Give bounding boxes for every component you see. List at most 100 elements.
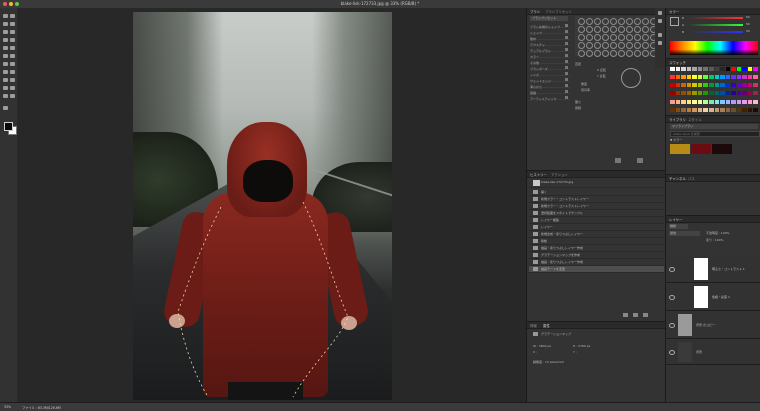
color-swatch[interactable] (731, 67, 736, 71)
color-swatch[interactable] (725, 75, 731, 80)
brush-tip[interactable] (618, 18, 625, 25)
blue-slider[interactable] (688, 31, 743, 33)
dodge-tool-icon[interactable] (3, 70, 8, 74)
color-swatch[interactable] (725, 67, 731, 71)
new-snapshot-icon[interactable] (623, 313, 628, 317)
color-swatch[interactable] (736, 107, 742, 112)
brush-tip[interactable] (618, 50, 625, 57)
tab-color[interactable]: カラー (669, 9, 679, 14)
lock-icon[interactable] (565, 60, 568, 63)
brush-panel-icon[interactable] (658, 11, 662, 15)
color-swatch[interactable] (670, 91, 675, 96)
brush-tip[interactable] (618, 42, 625, 49)
lock-icon[interactable] (565, 42, 568, 45)
blue-value[interactable]: 50 (746, 29, 750, 33)
library-color-gold[interactable] (670, 144, 690, 154)
color-swatch[interactable] (742, 107, 747, 112)
brush-tip[interactable] (626, 50, 633, 57)
brush-tip[interactable] (578, 50, 585, 57)
color-swatch[interactable] (692, 83, 697, 88)
swatch-grid[interactable] (670, 67, 758, 115)
tab-styles[interactable]: スタイル (688, 117, 702, 122)
blur-tool-icon[interactable] (10, 62, 15, 66)
color-swatch[interactable] (720, 99, 725, 104)
color-swatch[interactable] (697, 107, 703, 112)
crop-tool-icon[interactable] (10, 30, 15, 34)
color-swatch[interactable] (703, 99, 708, 104)
lock-icon[interactable] (565, 84, 568, 87)
layer-row[interactable]: 明るさ・コントラスト 1 (666, 256, 760, 283)
brush-setting-item[interactable]: その他 (530, 60, 570, 65)
tab-channels[interactable]: チャンネル (669, 176, 686, 181)
color-swatch[interactable] (697, 83, 703, 88)
tab-history[interactable]: ヒストリー (530, 172, 547, 177)
color-swatch[interactable] (747, 91, 753, 96)
color-swatch[interactable] (686, 91, 692, 96)
color-swatch[interactable] (708, 67, 714, 71)
color-swatch[interactable] (681, 75, 686, 80)
color-swatch[interactable] (753, 91, 758, 96)
lock-icon[interactable] (565, 78, 568, 81)
brush-setting-item[interactable]: デュアルブラシ (530, 48, 570, 53)
color-swatch[interactable] (681, 67, 686, 71)
trash-icon[interactable] (643, 313, 648, 317)
color-swatch[interactable] (675, 67, 681, 71)
brush-tip[interactable] (594, 26, 601, 33)
brush-tip[interactable] (642, 18, 649, 25)
color-swatch[interactable] (681, 83, 686, 88)
color-swatch[interactable] (703, 83, 708, 88)
tab-properties[interactable]: 属性 (543, 323, 550, 328)
history-snapshot[interactable]: blake-lisk-172733.jpg (529, 179, 664, 188)
library-color-dark[interactable] (712, 144, 732, 154)
brush-tip[interactable] (586, 34, 593, 41)
brush-setting-item[interactable]: ノイズ (530, 72, 570, 77)
brush-setting-item[interactable]: ブラシポーズ (530, 66, 570, 71)
layer-name[interactable]: 背景 (696, 350, 702, 354)
brush-tip[interactable] (578, 26, 585, 33)
brush-tip[interactable] (586, 26, 593, 33)
color-swatch[interactable] (703, 107, 708, 112)
color-swatch[interactable] (692, 91, 697, 96)
layer-row[interactable]: 色相・彩度 1 (666, 284, 760, 311)
color-swatch[interactable] (747, 67, 753, 71)
pen-tool-icon[interactable] (10, 70, 15, 74)
camera-icon[interactable] (633, 313, 638, 317)
color-swatch[interactable] (747, 83, 753, 88)
lock-icon[interactable] (565, 66, 568, 69)
brush-tip[interactable] (586, 50, 593, 57)
edit-toolbar-icon[interactable] (3, 106, 8, 110)
history-state[interactable]: グラデーションマップを作成 (529, 252, 664, 259)
foreground-color-swatch[interactable] (4, 122, 13, 131)
history-state[interactable]: 描画モードを変更 (529, 266, 664, 273)
lock-icon[interactable] (565, 54, 568, 57)
brush-tip[interactable] (634, 50, 641, 57)
color-swatch[interactable] (720, 75, 725, 80)
color-swatch[interactable] (731, 75, 736, 80)
color-swatch[interactable] (681, 99, 686, 104)
brush-tip[interactable] (602, 26, 609, 33)
brush-tip[interactable] (610, 34, 617, 41)
brush-tip[interactable] (610, 50, 617, 57)
tab-swatches[interactable]: スウォッチ (669, 60, 686, 65)
brush-setting-item[interactable]: シェイプ (530, 30, 570, 35)
lasso-tool-icon[interactable] (10, 22, 15, 26)
lock-icon[interactable] (565, 96, 568, 99)
visibility-eye-icon[interactable] (669, 350, 675, 355)
history-panel-icon[interactable] (658, 33, 662, 37)
green-slider[interactable] (688, 24, 743, 26)
red-slider[interactable] (688, 17, 743, 19)
color-spectrum[interactable] (670, 41, 758, 55)
color-swatch[interactable] (686, 107, 692, 112)
brush-tip[interactable] (578, 42, 585, 49)
tab-paths[interactable]: パス (688, 176, 695, 181)
color-swatch[interactable] (714, 75, 720, 80)
tab-layers[interactable]: レイヤー (669, 217, 682, 222)
library-color-maroon[interactable] (691, 144, 711, 154)
color-swatch[interactable] (692, 99, 697, 104)
layer-name[interactable]: 色相・彩度 1 (712, 295, 730, 299)
healing-brush-tool-icon[interactable] (10, 38, 15, 42)
brush-tip[interactable] (634, 34, 641, 41)
color-swatch[interactable] (736, 67, 742, 71)
color-swatch[interactable] (697, 99, 703, 104)
color-swatch[interactable] (714, 107, 720, 112)
